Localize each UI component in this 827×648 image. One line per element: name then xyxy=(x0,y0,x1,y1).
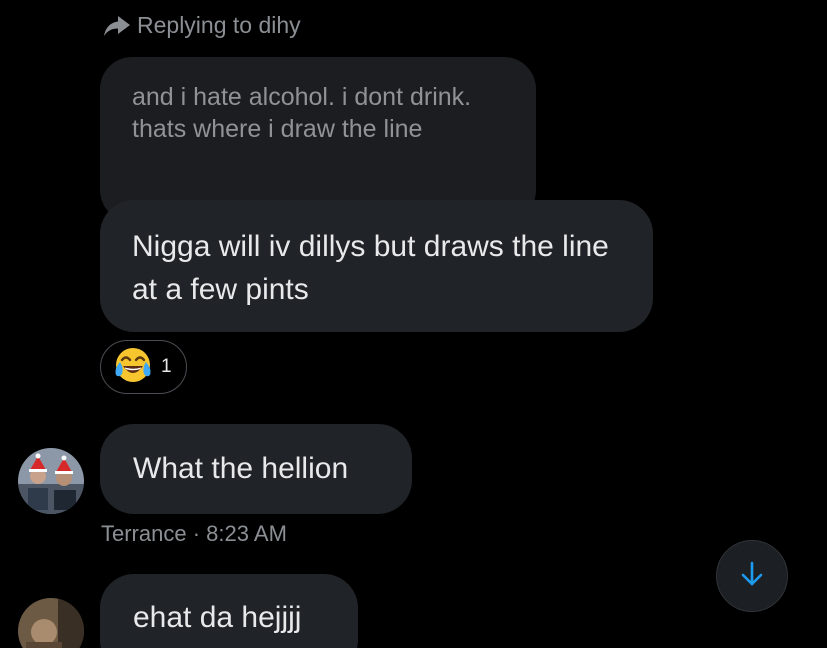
meta-separator: · xyxy=(192,521,201,546)
message-bubble[interactable]: Nigga will iv dillys but draws the line … xyxy=(100,200,653,332)
message-bubble[interactable]: What the hellion xyxy=(100,424,412,514)
avatar[interactable] xyxy=(18,448,84,514)
message-time: 8:23 AM xyxy=(206,521,287,546)
message-text: What the hellion xyxy=(133,452,349,485)
dm-conversation: Replying to dihy and i hate alcohol. i d… xyxy=(0,0,827,648)
message-meta: Terrance · 8:23 AM xyxy=(101,521,287,547)
avatar[interactable] xyxy=(18,598,84,648)
replying-to-label: Replying to dihy xyxy=(137,12,301,38)
reaction-count: 1 xyxy=(161,356,172,377)
arrow-down-icon xyxy=(740,561,764,592)
quoted-message[interactable]: and i hate alcohol. i dont drink. thats … xyxy=(100,57,536,222)
quoted-message-text: and i hate alcohol. i dont drink. thats … xyxy=(132,83,472,143)
reaction-badge[interactable]: 1 xyxy=(100,340,187,394)
reply-arrow-icon xyxy=(103,15,131,37)
scroll-to-bottom-button[interactable] xyxy=(716,540,788,612)
laughing-crying-emoji-icon xyxy=(113,345,153,390)
sender-name: Terrance xyxy=(101,521,187,546)
message-bubble[interactable]: ehat da hejjjj xyxy=(100,574,358,648)
message-text: ehat da hejjjj xyxy=(133,601,302,634)
message-text: Nigga will iv dillys but draws the line … xyxy=(132,230,609,306)
replying-to-header[interactable]: Replying to dihy xyxy=(103,12,301,39)
